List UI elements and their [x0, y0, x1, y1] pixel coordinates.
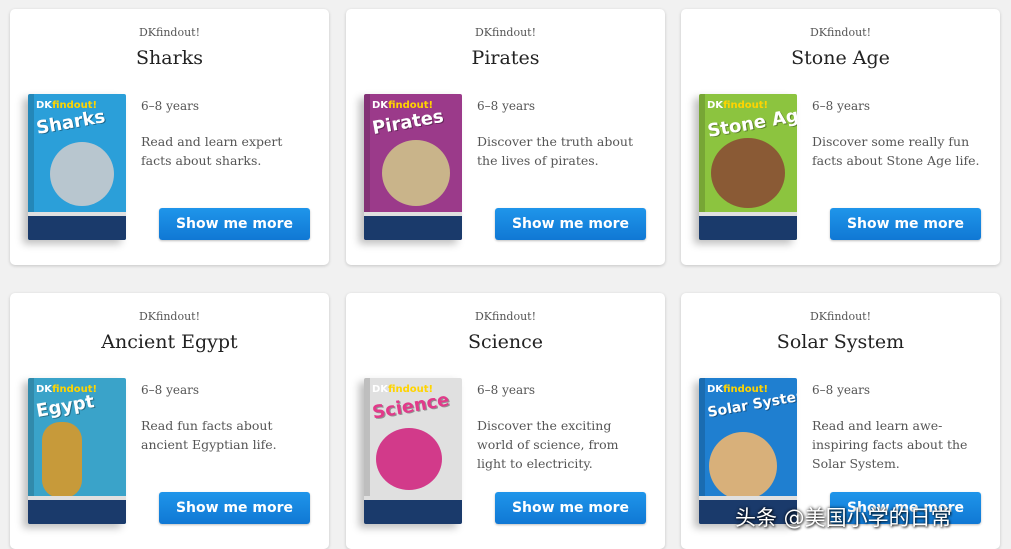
book-card-science[interactable]: DKfindout! Science DKfindout! Science 6–…	[346, 293, 665, 549]
card-title[interactable]: Sharks	[10, 47, 329, 69]
book-card-ancient-egypt[interactable]: DKfindout! Ancient Egypt DKfindout! Egyp…	[10, 293, 329, 549]
cover-footer	[364, 216, 462, 240]
cover-footer	[28, 500, 126, 524]
book-cover-image[interactable]: DKfindout! Stone Age	[699, 94, 797, 240]
cover-art	[709, 432, 777, 500]
cover-title: Egypt	[34, 391, 96, 422]
book-cover-image[interactable]: DKfindout! Science	[364, 378, 462, 524]
card-description: Read and learn expert facts about sharks…	[141, 134, 283, 168]
age-range: 6–8 years	[141, 99, 200, 113]
cover-art	[42, 422, 82, 498]
card-brand: DKfindout!	[809, 26, 872, 39]
book-card-sharks[interactable]: DKfindout! Sharks DKfindout! Sharks 6–8 …	[10, 9, 329, 265]
cover-logo: DKfindout!	[707, 100, 769, 111]
card-title[interactable]: Pirates	[346, 47, 665, 69]
show-me-more-button[interactable]: Show me more	[830, 208, 981, 240]
show-me-more-button[interactable]: Show me more	[495, 492, 646, 524]
watermark-text: 头条 @美国小学的日常	[735, 506, 952, 530]
show-me-more-button[interactable]: Show me more	[495, 208, 646, 240]
card-description: Read and learn awe-inspiring facts about…	[812, 418, 968, 471]
book-cover-image[interactable]: DKfindout! Sharks	[28, 94, 126, 240]
card-description: Discover the truth about the lives of pi…	[477, 134, 633, 168]
cover-art	[376, 428, 442, 490]
show-me-more-button[interactable]: Show me more	[159, 208, 310, 240]
cover-footer	[364, 500, 462, 524]
card-description: Discover the exciting world of science, …	[477, 418, 619, 471]
age-range: 6–8 years	[141, 383, 200, 397]
cover-art	[711, 138, 785, 208]
card-title[interactable]: Solar System	[681, 331, 1000, 353]
age-range: 6–8 years	[812, 383, 871, 397]
card-description: Discover some really fun facts about Sto…	[812, 134, 980, 168]
age-range: 6–8 years	[812, 99, 871, 113]
book-card-stone-age[interactable]: DKfindout! Stone Age DKfindout! Stone Ag…	[681, 9, 1000, 265]
card-brand: DKfindout!	[474, 310, 537, 323]
book-cover-image[interactable]: DKfindout! Egypt	[28, 378, 126, 524]
card-brand: DKfindout!	[138, 310, 201, 323]
book-cover-image[interactable]: DKfindout! Pirates	[364, 94, 462, 240]
card-brand: DKfindout!	[138, 26, 201, 39]
cover-art	[50, 142, 114, 206]
show-me-more-button[interactable]: Show me more	[159, 492, 310, 524]
age-range: 6–8 years	[477, 383, 536, 397]
card-brand: DKfindout!	[809, 310, 872, 323]
cover-logo: DKfindout!	[707, 384, 769, 395]
card-brand: DKfindout!	[474, 26, 537, 39]
cover-art	[382, 140, 450, 206]
card-title[interactable]: Ancient Egypt	[10, 331, 329, 353]
age-range: 6–8 years	[477, 99, 536, 113]
book-card-pirates[interactable]: DKfindout! Pirates DKfindout! Pirates 6–…	[346, 9, 665, 265]
card-title[interactable]: Science	[346, 331, 665, 353]
cover-footer	[699, 216, 797, 240]
cover-footer	[28, 216, 126, 240]
card-description: Read fun facts about ancient Egyptian li…	[141, 418, 277, 452]
card-title[interactable]: Stone Age	[681, 47, 1000, 69]
cover-title: Sharks	[34, 106, 107, 139]
